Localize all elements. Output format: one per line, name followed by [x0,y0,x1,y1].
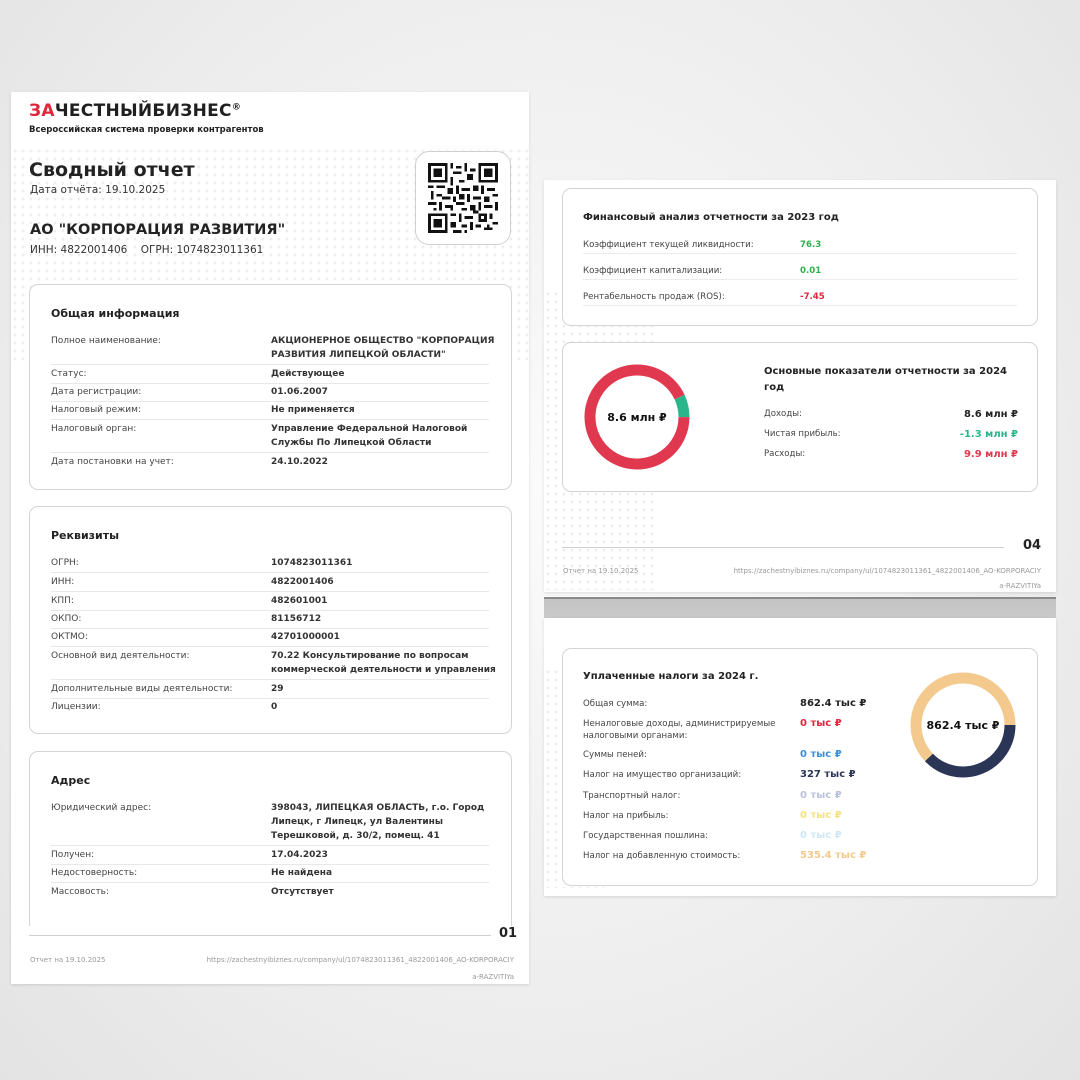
indicator-row: Расходы: 9.9 млн ₽ [764,449,1018,460]
paid-taxes-title: Уплаченные налоги за 2024 г. [583,671,759,682]
tax-row: Налог на имущество организаций: 327 тыс ₽ [583,769,856,780]
info-row: Статус: Действующее [51,367,489,384]
page-separator [544,597,1056,618]
page-number: 04 [1023,538,1042,553]
info-row: Налоговый орган: Управление Федеральной Н… [51,422,489,453]
requisite-row: Лицензии: 0 [51,702,278,712]
requisite-row: ОГРН: 1074823011361 [51,556,489,573]
inn-value: ИНН: 4822001406 [30,244,128,256]
page-title: Сводный отчет [29,159,195,181]
fin-row: Коэффициент текущей ликвидности: 76.3 [583,240,1017,254]
page-number: 01 [499,926,518,941]
taxes-donut-chart: 862.4 тыс ₽ [910,672,1016,778]
info-row: Полное наименование: АКЦИОНЕРНОЕ ОБЩЕСТВО… [51,334,494,365]
report-page-1: ЗАЧЕСТНЫЙБИЗНЕС® Всероссийская система п… [11,92,529,984]
address-title: Адрес [51,774,91,787]
fin-row: Рентабельность продаж (ROS): -7.45 [583,292,1017,306]
footer-date: Отчет на 19.10.2025 [563,567,639,575]
requisites-card: Реквизиты ОГРН: 1074823011361 ИНН: 4822001… [29,506,512,734]
address-row: Массовость: Отсутствует [51,887,334,897]
organization-name: АО "КОРПОРАЦИЯ РАЗВИТИЯ" [30,222,286,238]
fin-row: Коэффициент капитализации: 0.01 [583,266,1017,280]
indicator-row: Чистая прибыль: -1.3 млн ₽ [764,429,1018,440]
footer-divider [29,935,491,936]
general-info-title: Общая информация [51,307,180,320]
footer-url: https://zachestnyibiznes.ru/company/ul/1… [733,567,1041,590]
indicator-row: Доходы: 8.6 млн ₽ [764,409,1018,420]
requisite-row: ИНН: 4822001406 [51,575,489,592]
donut-center-label: 862.4 тыс ₽ [927,719,1000,732]
donut-slice-property-tax [924,724,1016,778]
report-page-5: Уплаченные налоги за 2024 г. Общая сумма… [544,618,1056,896]
ogrn-value: ОГРН: 1074823011361 [140,244,264,256]
fin-analysis-card: Финансовый анализ отчетности за 2023 год… [562,188,1038,326]
fin-analysis-title: Финансовый анализ отчетности за 2023 год [583,212,839,223]
requisite-row: ОКТМО: 42701000001 [51,630,489,647]
report-date: Дата отчёта: 19.10.2025 [30,184,166,196]
tax-row: Общая сумма: 862.4 тыс ₽ [583,698,867,709]
indicators-donut-chart: 8.6 млн ₽ [584,364,690,470]
donut-center-label: 8.6 млн ₽ [607,411,667,424]
address-row: Юридический адрес: 398043, ЛИПЕЦКАЯ ОБЛАС… [51,801,489,846]
brand-logo: ЗАЧЕСТНЫЙБИЗНЕС® [29,101,242,121]
general-info-card: Общая информация Полное наименование: АКЦ… [29,284,512,490]
paid-taxes-card: Уплаченные налоги за 2024 г. Общая сумма… [562,648,1038,886]
report-page-4: Финансовый анализ отчетности за 2023 год… [544,180,1056,592]
main-indicators-title: Основные показатели отчетности за 2024 г… [764,366,1007,393]
requisite-row: Основной вид деятельности: 70.22 Консульт… [51,649,496,680]
footer-date: Отчет на 19.10.2025 [30,956,106,964]
info-row: Налоговый режим: Не применяется [51,403,489,420]
donut-slice-vat [910,672,1016,762]
tax-row: Суммы пеней: 0 тыс ₽ [583,749,842,760]
address-card: Адрес Юридический адрес: 398043, ЛИПЕЦКАЯ… [29,751,512,926]
info-row: Дата регистрации: 01.06.2007 [51,385,489,402]
info-row: Дата постановки на учет: 24.10.2022 [51,457,328,467]
donut-slice-profit [674,394,690,418]
tax-row: Транспортный налог: 0 тыс ₽ [583,790,842,801]
footer-url: https://zachestnyibiznes.ru/company/ul/1… [206,956,514,981]
address-row: Получен: 17.04.2023 [51,848,489,865]
main-indicators-card: 8.6 млн ₽ Основные показатели отчетности… [562,342,1038,492]
organization-ids: ИНН: 4822001406 ОГРН: 1074823011361 [30,244,263,256]
brand-tagline: Всероссийская система проверки контраген… [29,125,264,135]
tax-row: Государственная пошлина: 0 тыс ₽ [583,830,842,841]
requisites-title: Реквизиты [51,529,120,542]
requisite-row: Дополнительные виды деятельности: 29 [51,682,489,699]
address-row: Недостоверность: Не найдена [51,866,489,883]
tax-row: Неналоговые доходы, администрируемые нал… [583,718,842,741]
tax-row: Налог на прибыль: 0 тыс ₽ [583,810,842,821]
qr-code-icon [428,163,498,233]
qr-code [415,151,511,245]
footer-divider [562,547,1004,548]
requisite-row: ОКПО: 81156712 [51,612,489,629]
requisite-row: КПП: 482601001 [51,594,489,611]
tax-row: Налог на добавленную стоимость: 535.4 тыс… [583,850,867,861]
